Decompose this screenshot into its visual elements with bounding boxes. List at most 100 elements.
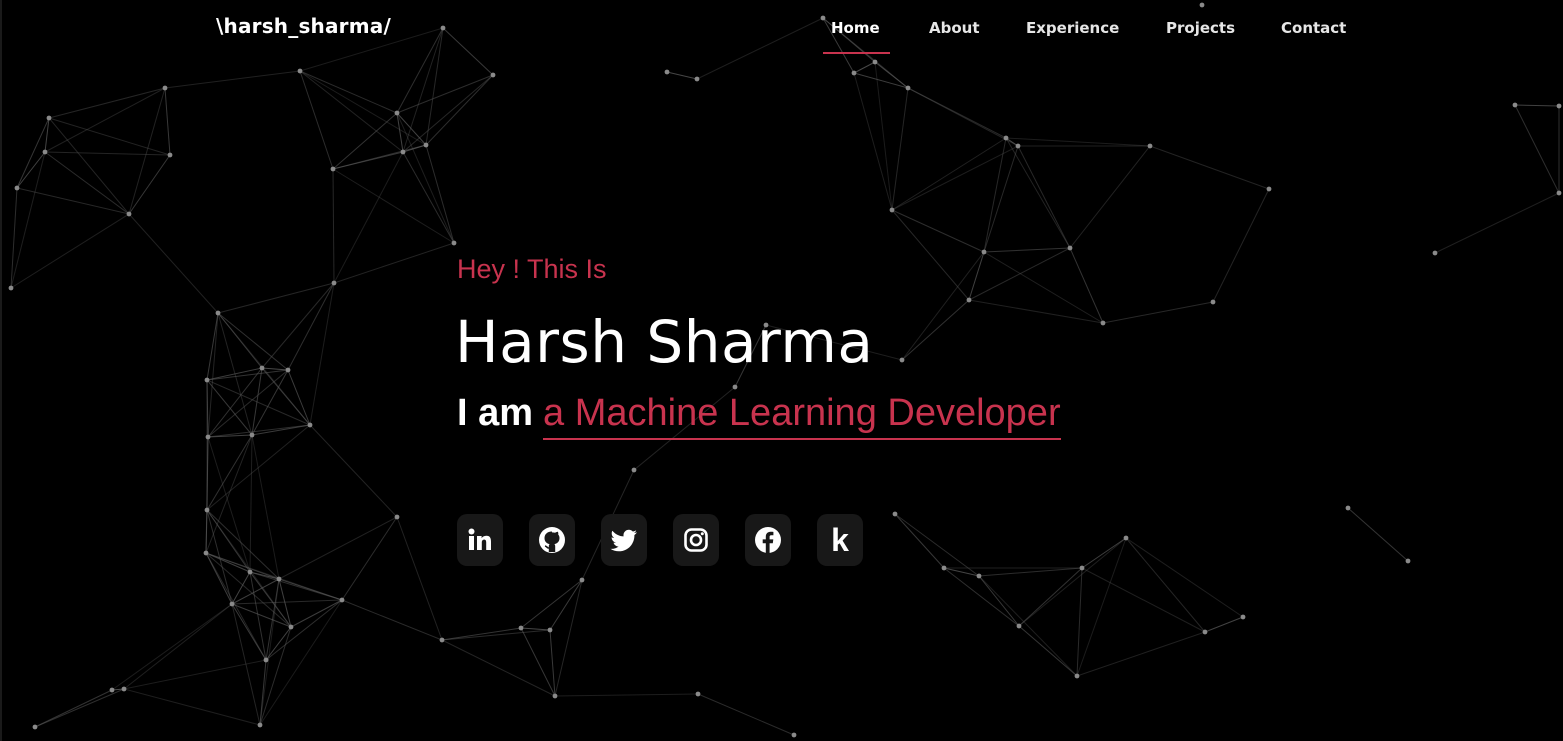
particle-dot xyxy=(32,724,38,730)
particle-dot xyxy=(1556,103,1562,109)
particle-dot xyxy=(297,68,303,74)
particle-dot xyxy=(215,310,221,316)
particle-link xyxy=(1125,537,1244,618)
particle-link xyxy=(231,603,261,726)
particle-dot xyxy=(121,686,127,692)
particle-link xyxy=(205,552,267,661)
role-text: a Machine Learning Developer xyxy=(543,392,1061,440)
particle-link xyxy=(206,424,311,511)
particle-link xyxy=(891,145,1019,211)
particle-link xyxy=(123,688,261,726)
particle-dot xyxy=(249,432,255,438)
particle-link xyxy=(309,424,398,518)
particle-dot xyxy=(400,149,406,155)
particle-dot xyxy=(439,637,445,643)
particle-link xyxy=(901,251,985,361)
particle-link xyxy=(1018,567,1083,627)
particle-link xyxy=(10,213,130,289)
twitter-button[interactable] xyxy=(601,514,647,566)
particle-dot xyxy=(339,597,345,603)
particle-link xyxy=(402,74,494,153)
particle-link xyxy=(1125,537,1206,633)
particle-dot xyxy=(288,624,294,630)
nav-link-experience[interactable]: Experience xyxy=(1026,19,1119,37)
particle-dot xyxy=(1240,614,1246,620)
instagram-button[interactable] xyxy=(673,514,719,566)
particle-link xyxy=(853,61,876,74)
particle-link xyxy=(425,74,494,146)
particle-dot xyxy=(518,625,524,631)
particle-link xyxy=(231,599,343,605)
particle-dot xyxy=(14,185,20,191)
particle-link xyxy=(402,151,455,244)
kaggle-button[interactable]: k xyxy=(817,514,863,566)
hero-role-line: I am a Machine Learning Developer xyxy=(457,392,1061,440)
particle-dot xyxy=(1003,135,1009,141)
particle-dot xyxy=(1079,565,1085,571)
particle-link xyxy=(1017,145,1071,249)
particle-dot xyxy=(1015,143,1021,149)
particle-link xyxy=(853,72,893,211)
particle-dot xyxy=(851,70,857,76)
particle-link xyxy=(206,434,253,511)
particle-link xyxy=(396,74,494,114)
particle-link xyxy=(128,154,171,215)
particle-dot xyxy=(892,511,898,517)
particle-dot xyxy=(46,115,52,121)
particle-link xyxy=(1069,247,1104,324)
particle-dot xyxy=(1345,505,1351,511)
particle-dot xyxy=(695,691,701,697)
particle-link xyxy=(978,567,1083,577)
particle-dot xyxy=(1100,320,1106,326)
particle-link xyxy=(111,603,233,691)
particle-dot xyxy=(694,76,700,82)
particle-link xyxy=(1434,192,1560,254)
particle-link xyxy=(978,575,1020,627)
twitter-icon xyxy=(610,529,637,552)
particle-link xyxy=(1204,616,1244,633)
particle-dot xyxy=(451,240,457,246)
particle-link xyxy=(44,151,171,156)
nav-link-contact[interactable]: Contact xyxy=(1281,19,1346,37)
github-button[interactable] xyxy=(529,514,575,566)
particle-dot xyxy=(1556,190,1562,196)
particle-link xyxy=(894,513,945,569)
particle-link xyxy=(983,247,1071,253)
particle-dot xyxy=(203,550,209,556)
particle-link xyxy=(1076,567,1083,677)
particle-link xyxy=(891,209,985,253)
particle-link xyxy=(1005,137,1071,249)
role-prefix: I am xyxy=(457,392,534,434)
nav-link-about[interactable]: About xyxy=(929,19,980,37)
particle-link xyxy=(666,71,698,80)
particle-link xyxy=(123,603,233,690)
particle-dot xyxy=(126,211,132,217)
nav-link-projects[interactable]: Projects xyxy=(1166,19,1235,37)
particle-link xyxy=(278,578,292,628)
particle-link xyxy=(217,282,335,314)
particle-dot xyxy=(732,384,738,390)
particle-dot xyxy=(905,85,911,91)
linkedin-icon xyxy=(468,528,491,550)
particle-link xyxy=(332,168,335,284)
particle-link xyxy=(1347,507,1409,562)
linkedin-button[interactable] xyxy=(457,514,503,566)
facebook-button[interactable] xyxy=(745,514,791,566)
particle-dot xyxy=(263,657,269,663)
active-nav-indicator xyxy=(823,52,890,54)
particle-dot xyxy=(899,357,905,363)
particle-link xyxy=(1081,537,1127,569)
particle-link xyxy=(217,312,289,371)
particle-link xyxy=(968,251,985,301)
github-icon xyxy=(539,527,565,553)
particle-link xyxy=(299,70,404,153)
particle-link xyxy=(341,516,398,601)
particle-dot xyxy=(1512,102,1518,108)
nav-link-home[interactable]: Home xyxy=(831,19,880,37)
particle-link xyxy=(299,70,427,146)
particle-dot xyxy=(552,693,558,699)
particle-link xyxy=(894,513,980,577)
particle-link xyxy=(261,282,335,369)
particle-dot xyxy=(204,377,210,383)
particle-dot xyxy=(941,565,947,571)
